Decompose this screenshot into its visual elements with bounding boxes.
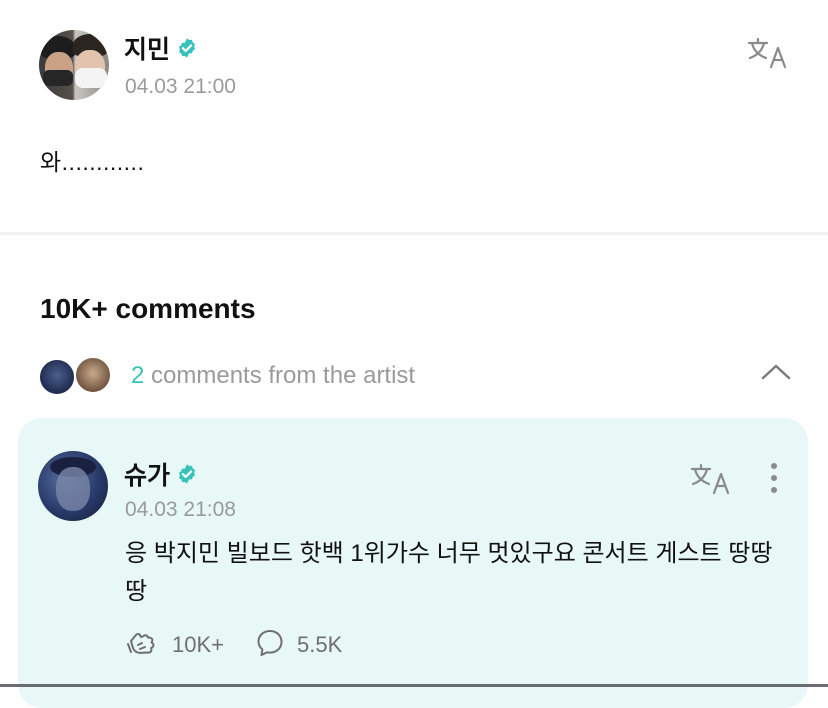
comments-count-title: 10K+ comments <box>40 293 256 324</box>
post-author-avatar[interactable] <box>39 30 109 100</box>
post-timestamp: 04.03 21:00 <box>125 75 236 98</box>
comment-author-avatar[interactable] <box>38 451 108 521</box>
comment-author-name-text: 슈가 <box>124 462 171 490</box>
chevron-up-icon[interactable] <box>760 360 792 384</box>
comment-text: 응 박지민 빌보드 핫백 1위가수 너무 멋있구요 콘서트 게스트 땅땅땅 <box>125 540 773 605</box>
section-divider <box>0 232 828 235</box>
artist-avatar-small <box>38 358 76 396</box>
reply-bubble-icon[interactable] <box>255 628 285 658</box>
post-text: 와............ <box>40 149 145 175</box>
verified-check-icon <box>178 38 196 58</box>
post-author-name[interactable]: 지민 <box>124 30 198 66</box>
more-vertical-icon[interactable] <box>764 460 784 496</box>
artist-comments-count: 2 <box>131 362 145 389</box>
comment-timestamp: 04.03 21:08 <box>125 498 236 521</box>
like-count: 10K+ <box>172 632 224 657</box>
like-hand-icon[interactable] <box>125 627 157 659</box>
translate-icon[interactable] <box>690 462 734 496</box>
artist-avatar-small <box>74 356 112 394</box>
comment-author-name[interactable]: 슈가 <box>124 456 198 492</box>
artist-comments-toggle[interactable]: 2 comments from the artist <box>131 362 415 390</box>
artist-comments-label: comments from the artist <box>144 362 416 389</box>
post-author-name-text: 지민 <box>124 36 171 64</box>
reply-count: 5.5K <box>297 632 343 657</box>
translate-icon[interactable] <box>747 36 791 70</box>
verified-check-icon <box>178 464 196 484</box>
